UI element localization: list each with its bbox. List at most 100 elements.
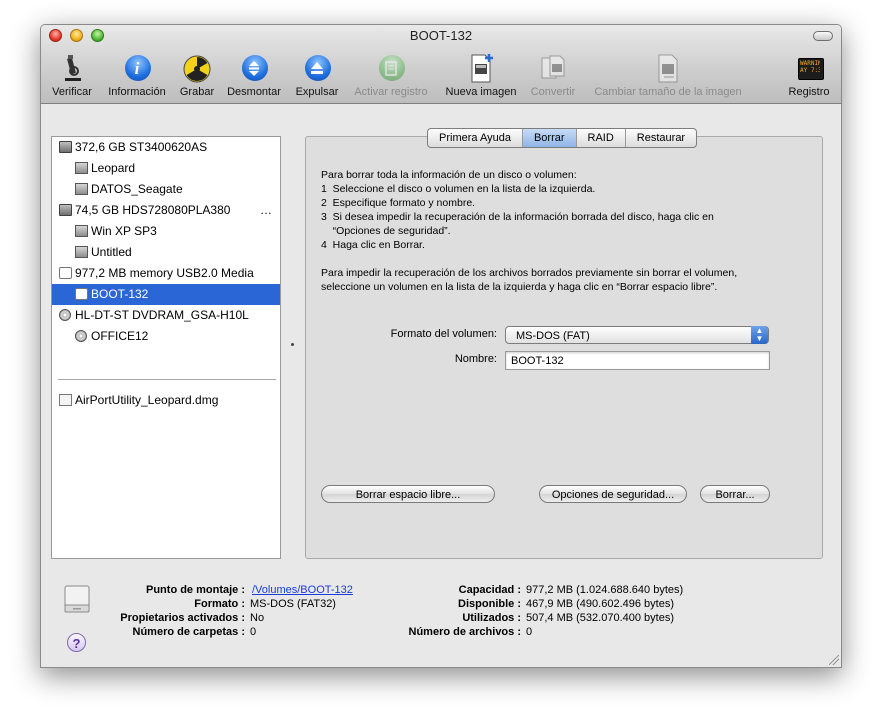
toolbar-toggle-button[interactable] xyxy=(813,31,833,41)
splitter-handle[interactable] xyxy=(291,343,294,346)
name-label: Nombre: xyxy=(454,353,497,365)
sidebar-item-win-xp-sp3[interactable]: Win XP SP3 xyxy=(52,221,280,242)
volume-icon xyxy=(75,183,88,195)
available-value: 467,9 MB (490.602.496 bytes) xyxy=(526,598,674,610)
journaling-icon xyxy=(375,52,407,84)
security-options-button[interactable]: Opciones de seguridad... xyxy=(539,485,687,503)
window-title: BOOT-132 xyxy=(409,28,473,43)
folders-label: Número de carpetas : xyxy=(132,626,245,638)
sidebar-item-suffix: … xyxy=(260,203,272,217)
burn-label: Grabar xyxy=(179,86,215,98)
sidebar-item-label: Untitled xyxy=(91,245,132,259)
eject-button[interactable]: Expulsar xyxy=(293,52,341,100)
tab-first-aid[interactable]: Primera Ayuda xyxy=(428,129,523,147)
convert-label: Convertir xyxy=(530,86,576,98)
unmount-label: Desmontar xyxy=(227,86,281,98)
owners-label: Propietarios activados : xyxy=(120,612,245,624)
titlebar-toolbar: BOOT-132 Verificar i Información Grabar xyxy=(41,25,841,104)
microscope-icon xyxy=(56,52,88,84)
sidebar-item-label: Leopard xyxy=(91,161,136,175)
burn-icon xyxy=(181,52,213,84)
new-image-button[interactable]: Nueva imagen xyxy=(441,52,521,100)
erase-instructions: Para borrar toda la información de un di… xyxy=(321,169,738,293)
tab-restore[interactable]: Restaurar xyxy=(626,129,696,147)
name-field[interactable]: BOOT-132 xyxy=(505,351,770,370)
unmount-button[interactable]: Desmontar xyxy=(223,52,285,100)
disk-utility-window: BOOT-132 Verificar i Información Grabar xyxy=(40,24,842,668)
verify-button[interactable]: Verificar xyxy=(47,52,97,100)
info-button[interactable]: i Información xyxy=(103,52,171,100)
sidebar-item-label: DATOS_Seagate xyxy=(91,182,183,196)
format-info-value: MS-DOS (FAT32) xyxy=(250,598,336,610)
convert-button[interactable]: Convertir xyxy=(525,52,581,100)
used-value: 507,4 MB (532.070.400 bytes) xyxy=(526,612,674,624)
owners-value: No xyxy=(250,612,265,624)
used-label: Utilizados : xyxy=(462,612,521,624)
sidebar-item-disk-st3400620as[interactable]: 372,6 GB ST3400620AS xyxy=(52,137,280,158)
capacity-label: Capacidad : xyxy=(458,584,521,596)
capacity-value: 977,2 MB (1.024.688.640 bytes) xyxy=(526,584,684,596)
usb-drive-icon xyxy=(59,267,72,279)
volume-icon xyxy=(75,225,88,237)
volume-icon xyxy=(75,162,88,174)
hard-disk-icon xyxy=(59,204,72,216)
sidebar-item-office12[interactable]: OFFICE12 xyxy=(52,326,280,347)
eject-label: Expulsar xyxy=(295,86,339,98)
info-icon: i xyxy=(121,52,153,84)
folders-value: 0 xyxy=(250,626,257,638)
log-label: Registro xyxy=(788,86,830,98)
files-value: 0 xyxy=(526,626,533,638)
device-sidebar[interactable]: 372,6 GB ST3400620AS Leopard DATOS_Seaga… xyxy=(51,136,281,559)
sidebar-item-label: BOOT-132 xyxy=(91,287,149,301)
format-select[interactable]: MS-DOS (FAT) ▲ ▼ xyxy=(505,326,769,344)
log-icon: WARNIN AY 7:36 xyxy=(793,52,825,84)
convert-icon xyxy=(537,52,569,84)
mount-point-link[interactable]: /Volumes/BOOT-132 xyxy=(252,584,353,596)
format-select-value: MS-DOS (FAT) xyxy=(516,330,590,342)
eject-icon xyxy=(301,52,333,84)
tab-raid[interactable]: RAID xyxy=(577,129,626,147)
enable-journaling-button[interactable]: Activar registro xyxy=(347,52,435,100)
burn-button[interactable]: Grabar xyxy=(177,52,217,100)
log-icon-text: WARNIN AY 7:36 xyxy=(800,60,820,74)
sidebar-item-label: Win XP SP3 xyxy=(91,224,157,238)
files-label: Número de archivos : xyxy=(408,626,521,638)
optical-drive-icon xyxy=(59,309,71,321)
sidebar-item-label: 372,6 GB ST3400620AS xyxy=(75,140,208,154)
resize-image-label: Cambiar tamaño de la imagen xyxy=(594,86,742,98)
sidebar-item-dvdram[interactable]: HL-DT-ST DVDRAM_GSA-H10L xyxy=(52,305,280,326)
cd-icon xyxy=(75,330,87,342)
unmount-icon xyxy=(238,52,270,84)
log-button[interactable]: WARNIN AY 7:36 Registro xyxy=(785,52,833,100)
help-button[interactable]: ? xyxy=(67,633,86,652)
erase-free-space-button[interactable]: Borrar espacio libre... xyxy=(321,485,495,503)
chevron-up-down-icon: ▲ ▼ xyxy=(751,326,768,344)
sidebar-item-disk-hds728080pla380[interactable]: 74,5 GB HDS728080PLA380 … xyxy=(52,200,280,221)
available-label: Disponible : xyxy=(458,598,521,610)
verify-label: Verificar xyxy=(52,86,92,98)
hard-disk-icon xyxy=(59,141,72,153)
sidebar-item-label: OFFICE12 xyxy=(91,329,149,343)
sidebar-item-label: 977,2 MB memory USB2.0 Media xyxy=(75,266,254,280)
new-image-label: Nueva imagen xyxy=(445,86,517,98)
tab-erase[interactable]: Borrar xyxy=(522,129,577,147)
sidebar-item-leopard[interactable]: Leopard xyxy=(52,158,280,179)
tab-bar: Primera Ayuda Borrar RAID Restaurar xyxy=(427,128,698,148)
volume-icon xyxy=(75,246,88,258)
resize-image-button[interactable]: Cambiar tamaño de la imagen xyxy=(587,52,749,100)
sidebar-item-datos-seagate[interactable]: DATOS_Seagate xyxy=(52,179,280,200)
sidebar-item-untitled[interactable]: Untitled xyxy=(52,242,280,263)
resize-image-icon xyxy=(652,52,684,84)
sidebar-item-label: 74,5 GB HDS728080PLA380 xyxy=(75,203,231,217)
new-image-icon xyxy=(465,52,497,84)
sidebar-item-airport-dmg[interactable]: AirPortUtility_Leopard.dmg xyxy=(52,390,280,411)
resize-grip[interactable] xyxy=(829,655,839,665)
info-label: Información xyxy=(108,86,166,98)
erase-button[interactable]: Borrar... xyxy=(700,485,770,503)
sidebar-item-label: HL-DT-ST DVDRAM_GSA-H10L xyxy=(75,308,249,322)
sidebar-item-boot-132[interactable]: BOOT-132 xyxy=(52,284,280,305)
format-info-label: Formato : xyxy=(194,598,245,610)
disk-image-icon xyxy=(59,394,72,406)
sidebar-item-usb-media[interactable]: 977,2 MB memory USB2.0 Media xyxy=(52,263,280,284)
usb-drive-icon xyxy=(63,583,91,615)
